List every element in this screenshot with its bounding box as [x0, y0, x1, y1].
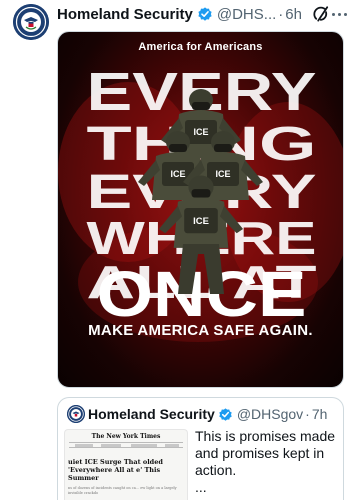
- timestamp[interactable]: 6h: [285, 6, 302, 23]
- poster-headline-word: ONCE: [97, 258, 307, 330]
- quoted-text-ellipsis: ...: [195, 479, 207, 495]
- more-dots-icon[interactable]: [330, 5, 347, 23]
- quoted-thumbnail[interactable]: The New York Times uiet ICE Surge That o…: [64, 429, 188, 500]
- post-header: Homeland Security @DHS... · 6h: [57, 3, 347, 25]
- grok-icon[interactable]: [312, 5, 330, 23]
- separator-dot: ·: [305, 406, 310, 422]
- thumbnail-nav: [69, 442, 183, 448]
- handle[interactable]: @DHS...: [217, 6, 276, 23]
- thumbnail-masthead: The New York Times: [91, 433, 161, 440]
- officer-badge-label: ICE: [193, 216, 209, 227]
- quoted-post[interactable]: Homeland Security @DHSgov · 7h The New Y…: [57, 397, 344, 500]
- thumbnail-body: ns of dozens of incidents caught on ca..…: [68, 486, 177, 495]
- poster-footer: MAKE AMERICA SAFE AGAIN.: [88, 322, 313, 339]
- quoted-handle[interactable]: @DHSgov: [237, 406, 303, 422]
- quoted-timestamp[interactable]: 7h: [312, 406, 328, 422]
- quoted-display-name[interactable]: Homeland Security: [88, 406, 215, 422]
- quoted-header: Homeland Security @DHSgov · 7h: [88, 404, 339, 424]
- officer-badge-label: ICE: [215, 169, 230, 179]
- quoted-avatar[interactable]: [67, 405, 85, 423]
- post-image[interactable]: EVERYTHINGEVERYWHEREALL ATONCE ICEICEICE…: [57, 31, 344, 388]
- dhs-seal-icon: [67, 405, 85, 423]
- poster-kicker: America for Americans: [138, 41, 263, 53]
- quoted-text: This is promises made and promises kept …: [195, 428, 341, 496]
- officer-badge-label: ICE: [170, 169, 185, 179]
- verified-badge-icon: [218, 407, 233, 422]
- display-name[interactable]: Homeland Security: [57, 6, 193, 23]
- separator-dot: ·: [278, 5, 284, 23]
- avatar[interactable]: [13, 4, 49, 40]
- quoted-text-body: This is promises made and promises kept …: [195, 428, 336, 478]
- thumbnail-headline: uiet ICE Surge That olded 'Everywhere Al…: [68, 458, 163, 482]
- dhs-seal-icon: [13, 4, 49, 40]
- verified-badge-icon: [197, 6, 213, 22]
- officer-badge-label: ICE: [193, 127, 208, 137]
